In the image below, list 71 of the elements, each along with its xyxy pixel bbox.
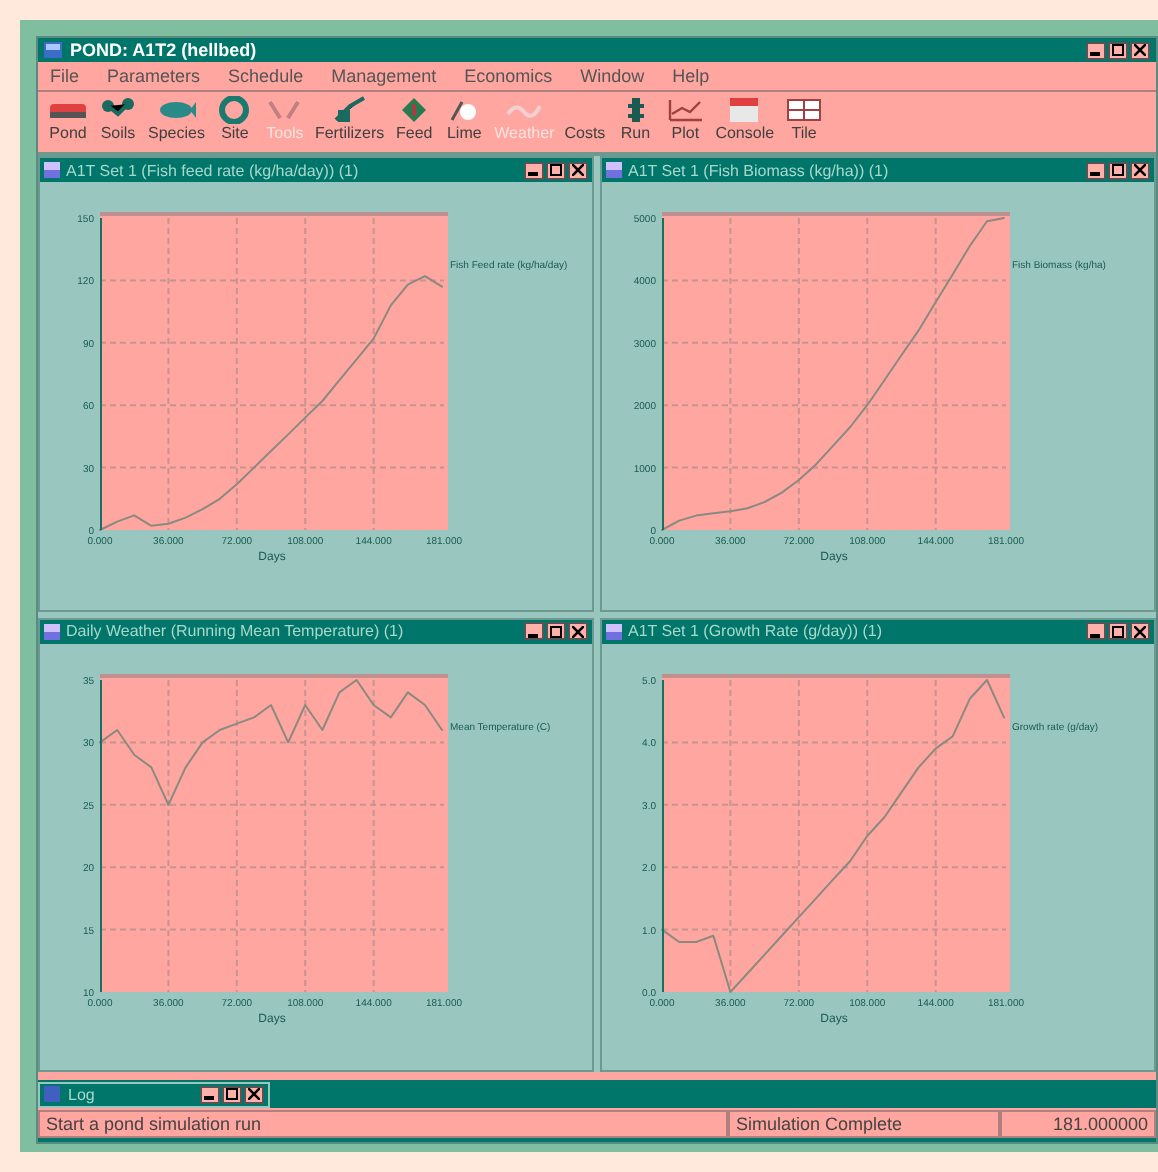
maximize-icon — [550, 164, 562, 176]
close-button[interactable] — [1130, 41, 1150, 59]
close-button[interactable] — [1130, 622, 1150, 640]
maximize-icon — [1112, 164, 1124, 176]
menu-item[interactable]: Window — [580, 66, 645, 86]
close-button[interactable] — [568, 161, 588, 179]
menu-item[interactable]: File — [50, 66, 80, 86]
status-text: 181.000000 — [1000, 1109, 1156, 1137]
maximize-icon — [1112, 44, 1124, 56]
close-button[interactable] — [568, 622, 588, 640]
menu-item[interactable]: Schedule — [228, 66, 304, 86]
minimize-button[interactable] — [1086, 41, 1106, 59]
window-icon — [44, 1086, 60, 1102]
toolbar-button[interactable]: Console — [713, 96, 777, 148]
toolbar-button[interactable]: Fertilizers — [312, 96, 387, 148]
maximize-icon — [1112, 625, 1124, 637]
toolbar-button[interactable]: Species — [146, 96, 207, 148]
minimize-button[interactable] — [1086, 161, 1106, 179]
maximize-button[interactable] — [1108, 622, 1128, 640]
minimize-button[interactable] — [1086, 622, 1106, 640]
window-title: Daily Weather (Running Mean Temperature) (1) — [66, 622, 406, 640]
toolbar-button[interactable]: Tile — [782, 96, 827, 148]
chart-icon — [44, 623, 60, 639]
minimize-button[interactable] — [524, 161, 544, 179]
chart-icon — [44, 162, 60, 178]
minimized-window[interactable]: Log — [38, 1081, 270, 1107]
toolbar-button[interactable]: Plot — [663, 96, 708, 148]
maximize-icon — [226, 1088, 238, 1100]
toolbar-button[interactable]: Lime — [442, 96, 487, 148]
tool-icon — [784, 96, 825, 124]
close-icon — [248, 1088, 260, 1100]
close-icon — [572, 164, 584, 176]
window-title: POND: A1T2 (hellbed) — [70, 40, 259, 60]
maximize-button[interactable] — [546, 161, 566, 179]
tool-icon — [156, 96, 197, 124]
window-title: A1T Set 1 (Fish Biomass (kg/ha)) (1) — [628, 161, 891, 179]
status-text: Start a pond simulation run — [38, 1109, 728, 1137]
close-button[interactable] — [244, 1085, 264, 1103]
minimize-button[interactable] — [200, 1085, 220, 1103]
close-icon — [572, 625, 584, 637]
toolbar-button[interactable]: Soils — [96, 96, 140, 148]
menu-item[interactable]: Management — [331, 66, 437, 86]
menu-item[interactable]: Economics — [464, 66, 553, 86]
chart-icon — [606, 162, 622, 178]
chart-icon — [606, 623, 622, 639]
status-text: Simulation Complete — [728, 1109, 1000, 1137]
menu-item[interactable]: Help — [672, 66, 710, 86]
maximize-icon — [550, 625, 562, 637]
toolbar-button[interactable]: Costs — [562, 96, 608, 148]
maximize-button[interactable] — [222, 1085, 242, 1103]
tool-icon — [214, 96, 255, 124]
window-title: A1T Set 1 (Growth Rate (g/day)) (1) — [628, 622, 885, 640]
tool-icon — [665, 96, 706, 124]
window-title: A1T Set 1 (Fish feed rate (kg/ha/day)) (1) — [66, 161, 361, 179]
app-icon — [44, 42, 62, 58]
minimize-button[interactable] — [524, 622, 544, 640]
close-icon — [1134, 164, 1146, 176]
tool-icon — [264, 96, 305, 124]
window-title: Log — [68, 1085, 97, 1103]
close-button[interactable] — [1130, 161, 1150, 179]
toolbar-button[interactable]: Feed — [392, 96, 437, 148]
toolbar-button[interactable]: Pond — [46, 96, 90, 148]
maximize-button[interactable] — [1108, 161, 1128, 179]
close-icon — [1134, 44, 1146, 56]
toolbar-button[interactable]: Run — [613, 96, 658, 148]
close-icon — [1134, 625, 1146, 637]
menu-item[interactable]: Parameters — [107, 66, 201, 86]
maximize-button[interactable] — [546, 622, 566, 640]
maximize-button[interactable] — [1108, 41, 1128, 59]
tool-icon — [329, 96, 370, 124]
toolbar-button[interactable]: Site — [212, 96, 257, 148]
